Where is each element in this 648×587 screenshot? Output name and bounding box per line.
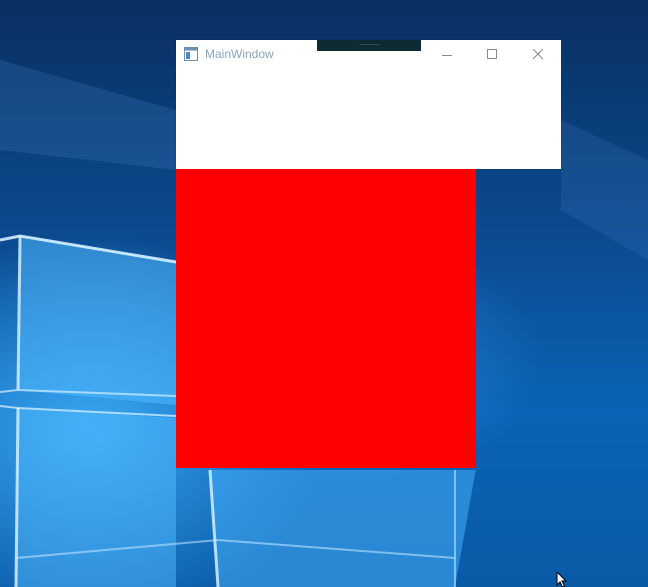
- red-panel: [176, 169, 476, 468]
- minimize-button[interactable]: [424, 40, 470, 70]
- minimize-icon: [442, 55, 452, 56]
- window-title: MainWindow: [205, 47, 274, 61]
- close-icon: [532, 48, 544, 60]
- grip-line: [359, 44, 379, 45]
- window-client-area[interactable]: [176, 70, 561, 169]
- mouse-cursor-icon: [556, 572, 568, 587]
- drag-handle[interactable]: [317, 40, 421, 51]
- close-button[interactable]: [515, 40, 561, 70]
- maximize-icon: [487, 49, 497, 59]
- main-window[interactable]: MainWindow: [176, 40, 561, 169]
- application-window-icon[interactable]: [184, 47, 198, 61]
- maximize-button[interactable]: [469, 40, 515, 70]
- title-bar[interactable]: MainWindow: [176, 40, 561, 70]
